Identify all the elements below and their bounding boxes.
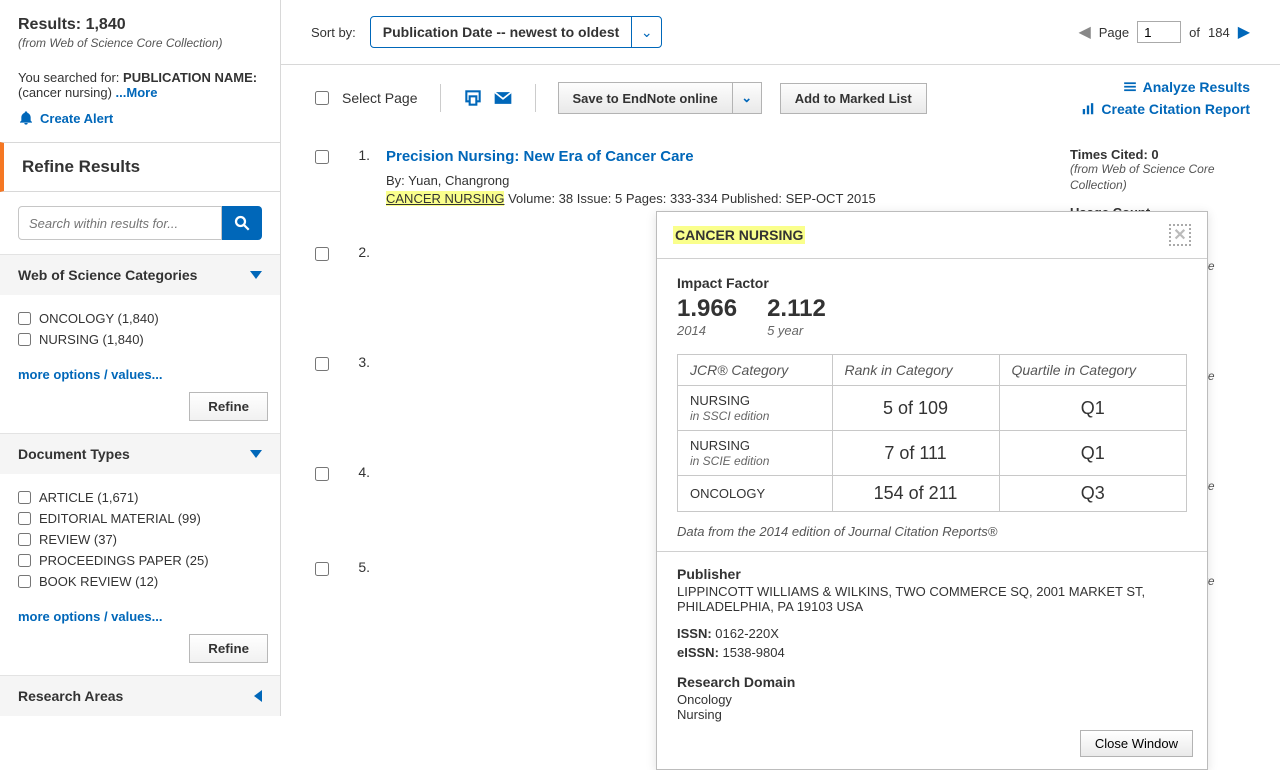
facet-item[interactable]: PROCEEDINGS PAPER (25) xyxy=(18,553,262,568)
result-number: 1. xyxy=(342,147,370,163)
facet-header[interactable]: Document Types xyxy=(0,434,280,474)
search-within-input[interactable] xyxy=(18,206,222,240)
facet-research-areas: Research Areas xyxy=(0,675,280,716)
searched-for: You searched for: PUBLICATION NAME: (can… xyxy=(18,70,262,100)
publisher-value: LIPPINCOTT WILLIAMS & WILKINS, TWO COMME… xyxy=(677,584,1187,614)
add-marked-list-button[interactable]: Add to Marked List xyxy=(780,83,927,114)
result-checkbox[interactable] xyxy=(315,247,329,261)
impact-factor-current: 1.966 xyxy=(677,295,737,323)
popup-title: CANCER NURSING xyxy=(673,226,805,244)
next-page-button[interactable]: ▶ xyxy=(1238,22,1250,42)
refine-button[interactable]: Refine xyxy=(189,392,268,421)
result-number: 5. xyxy=(342,559,370,575)
citation-report-link[interactable]: Create Citation Report xyxy=(1081,101,1250,117)
select-page-checkbox[interactable]: Select Page xyxy=(311,88,418,108)
result-source: CANCER NURSING Volume: 38 Issue: 5 Pages… xyxy=(386,191,1050,206)
topbar: Sort by: Publication Date -- newest to o… xyxy=(281,0,1280,65)
prev-page-button[interactable]: ◀ xyxy=(1078,22,1090,42)
total-pages: 184 xyxy=(1208,25,1230,40)
more-link[interactable]: ...More xyxy=(116,85,158,100)
result-checkbox[interactable] xyxy=(315,562,329,576)
result-number: 4. xyxy=(342,464,370,480)
facet-item[interactable]: ARTICLE (1,671) xyxy=(18,490,262,505)
result-checkbox[interactable] xyxy=(315,467,329,481)
save-endnote-button[interactable]: Save to EndNote online ⌄ xyxy=(558,82,762,114)
chevron-down-icon xyxy=(250,271,262,279)
refine-header: Refine Results xyxy=(0,142,280,192)
results-count: Results: 1,840 xyxy=(18,16,262,34)
bell-icon xyxy=(18,110,34,126)
sidebar: Results: 1,840 (from Web of Science Core… xyxy=(0,0,281,716)
journal-info-popup: CANCER NURSING ✕ Impact Factor 1.966 201… xyxy=(656,211,1208,770)
search-icon xyxy=(233,214,251,232)
refine-button[interactable]: Refine xyxy=(189,634,268,663)
close-window-button[interactable]: Close Window xyxy=(1080,730,1193,757)
impact-factor-label: Impact Factor xyxy=(677,275,1187,291)
save-dropdown-button[interactable]: ⌄ xyxy=(733,82,762,114)
more-options-link[interactable]: more options / values... xyxy=(18,609,162,624)
close-icon[interactable]: ✕ xyxy=(1169,224,1191,246)
sort-label: Sort by: xyxy=(311,25,356,40)
jcr-table: JCR® Category Rank in Category Quartile … xyxy=(677,354,1187,512)
facet-wos-categories: Web of Science Categories ONCOLOGY (1,84… xyxy=(0,254,280,433)
facet-item[interactable]: NURSING (1,840) xyxy=(18,332,262,347)
facet-header[interactable]: Web of Science Categories xyxy=(0,255,280,295)
facet-item[interactable]: REVIEW (37) xyxy=(18,532,262,547)
page-number-input[interactable] xyxy=(1137,21,1181,43)
table-row: NURSINGin SCIE edition 7 of 111 Q1 xyxy=(678,431,1187,476)
result-number: 2. xyxy=(342,244,370,260)
times-cited[interactable]: Times Cited: 0 xyxy=(1070,147,1250,162)
result-checkbox[interactable] xyxy=(315,150,329,164)
publisher-label: Publisher xyxy=(677,566,1187,582)
chevron-left-icon xyxy=(254,690,262,702)
facet-item[interactable]: BOOK REVIEW (12) xyxy=(18,574,262,589)
facet-item[interactable]: EDITORIAL MATERIAL (99) xyxy=(18,511,262,526)
more-options-link[interactable]: more options / values... xyxy=(18,367,162,382)
pager: ◀ Page of 184 ▶ xyxy=(1078,21,1250,43)
jcr-note: Data from the 2014 edition of Journal Ci… xyxy=(677,524,1187,539)
chevron-down-icon: ⌄ xyxy=(641,24,653,41)
main: Sort by: Publication Date -- newest to o… xyxy=(281,0,1280,716)
toolbar: Select Page Save to EndNote online ⌄ Add… xyxy=(281,65,1280,123)
result-number: 3. xyxy=(342,354,370,370)
research-domain-label: Research Domain xyxy=(677,674,1187,690)
create-alert-button[interactable]: Create Alert xyxy=(18,110,262,126)
sort-select[interactable]: Publication Date -- newest to oldest ⌄ xyxy=(370,16,662,48)
facet-document-types: Document Types ARTICLE (1,671) EDITORIAL… xyxy=(0,433,280,675)
facet-item[interactable]: ONCOLOGY (1,840) xyxy=(18,311,262,326)
chevron-down-icon xyxy=(250,450,262,458)
table-row: ONCOLOGY 154 of 211 Q3 xyxy=(678,476,1187,512)
email-icon[interactable] xyxy=(493,88,513,108)
result-authors: By: Yuan, Changrong xyxy=(386,173,1050,188)
facet-header[interactable]: Research Areas xyxy=(0,676,280,716)
analyze-results-link[interactable]: Analyze Results xyxy=(1123,79,1250,95)
result-title-link[interactable]: Precision Nursing: New Era of Cancer Car… xyxy=(386,147,1050,167)
table-row: NURSINGin SSCI edition 5 of 109 Q1 xyxy=(678,386,1187,431)
print-icon[interactable] xyxy=(463,88,483,108)
results-subtitle: (from Web of Science Core Collection) xyxy=(18,36,262,50)
impact-factor-5year: 2.112 xyxy=(767,295,826,323)
search-within-button[interactable] xyxy=(222,206,262,240)
bars-icon xyxy=(1123,80,1137,94)
journal-name-link[interactable]: CANCER NURSING xyxy=(386,191,504,206)
result-checkbox[interactable] xyxy=(315,357,329,371)
chart-icon xyxy=(1081,102,1095,116)
